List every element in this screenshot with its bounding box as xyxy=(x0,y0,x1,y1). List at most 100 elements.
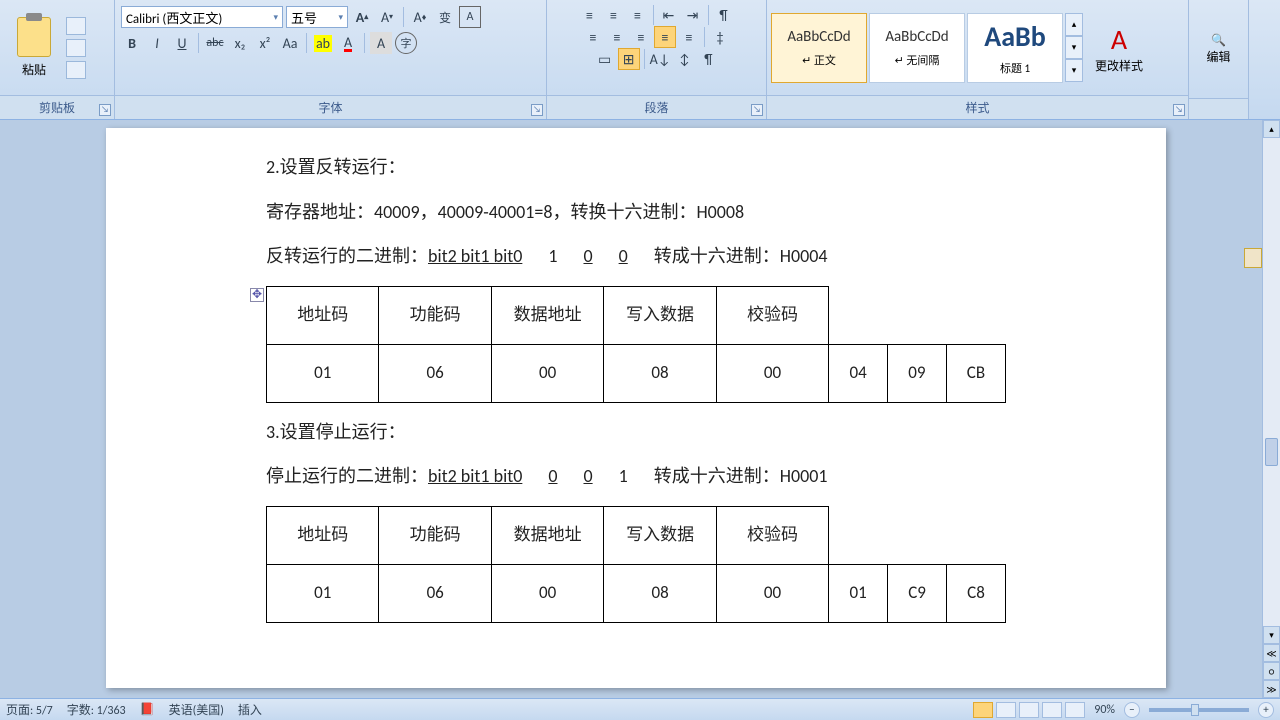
style-normal[interactable]: AaBbCcDd↵ 正文 xyxy=(771,13,867,83)
clear-format-button[interactable]: A♦ xyxy=(409,6,431,28)
style-heading1[interactable]: AaBb标题 1 xyxy=(967,13,1063,83)
align-left-button[interactable]: ≡ xyxy=(582,26,604,48)
strike-button[interactable]: abc xyxy=(204,32,226,54)
bold-button[interactable]: B xyxy=(121,32,143,54)
heading-3: 3.设置停止运行： xyxy=(266,417,1006,448)
binary-line-3: 停止运行的二进制：bit2 bit1 bit0001转成十六进制：H0001 xyxy=(266,461,1006,492)
font-color-button[interactable]: A xyxy=(337,32,359,54)
prev-page-icon[interactable]: ≪ xyxy=(1263,644,1280,662)
outline-view-icon[interactable] xyxy=(1042,702,1062,718)
table-row: 地址码功能码数据地址写入数据校验码 xyxy=(267,286,1006,344)
table-3: 地址码功能码数据地址写入数据校验码 010600080001C9C8 xyxy=(266,506,1006,623)
document-area[interactable]: 2.设置反转运行： 寄存器地址：40009，40009-40001=8，转换十六… xyxy=(0,120,1262,698)
clipboard-group: 粘贴 剪贴板↘ xyxy=(0,0,115,119)
shading-button[interactable]: ▭ xyxy=(594,48,616,70)
style-scroll-up-icon[interactable]: ▴ xyxy=(1065,13,1083,36)
char-shading-button[interactable]: A xyxy=(370,32,392,54)
para-launcher-icon[interactable]: ↘ xyxy=(751,104,763,116)
table-2: 地址码功能码数据地址写入数据校验码 01060008000409CB xyxy=(266,286,1006,403)
phonetic-button[interactable]: 变 xyxy=(434,6,456,28)
change-case-button[interactable]: Aa xyxy=(279,32,301,54)
numbering-button[interactable]: ≡ xyxy=(603,4,625,26)
page[interactable]: 2.设置反转运行： 寄存器地址：40009，40009-40001=8，转换十六… xyxy=(106,128,1166,688)
show-marks-button[interactable]: ¶ xyxy=(713,4,735,26)
web-view-icon[interactable] xyxy=(1019,702,1039,718)
sort-button[interactable]: A↓ xyxy=(649,48,672,70)
font-size-combo[interactable]: 五号▾ xyxy=(286,6,348,28)
status-page[interactable]: 页面: 5/7 xyxy=(6,701,53,718)
scroll-up-icon[interactable]: ▴ xyxy=(1263,120,1280,138)
table-move-handle-icon[interactable]: ✥ xyxy=(250,288,264,302)
borders-button[interactable]: ⊞ xyxy=(618,48,640,70)
scroll-down-icon[interactable]: ▾ xyxy=(1263,626,1280,644)
font-group: Calibri (西文正文)▾ 五号▾ A▴ A▾ A♦ 变 A B I U a… xyxy=(115,0,547,119)
para-label: 段落↘ xyxy=(547,95,766,119)
font-name-combo[interactable]: Calibri (西文正文)▾ xyxy=(121,6,283,28)
style-more-icon[interactable]: ▾ xyxy=(1065,59,1083,82)
subscript-button[interactable]: x₂ xyxy=(229,32,251,54)
change-styles-button[interactable]: A 更改样式 xyxy=(1089,22,1149,74)
justify-button[interactable]: ≡ xyxy=(654,26,676,48)
zoom-slider[interactable] xyxy=(1149,708,1249,712)
style-nospacing[interactable]: AaBbCcDd↵ 无间隔 xyxy=(869,13,965,83)
edit-button[interactable]: 🔍 编辑 xyxy=(1206,33,1230,65)
shrink-font-button[interactable]: A▾ xyxy=(376,6,398,28)
edit-label xyxy=(1189,98,1248,119)
inc-indent-button[interactable]: ⇥ xyxy=(682,4,704,26)
status-mode[interactable]: 插入 xyxy=(238,701,262,718)
paste-button[interactable]: 粘贴 xyxy=(6,10,62,86)
zoom-in-button[interactable]: + xyxy=(1258,702,1274,718)
change-styles-icon: A xyxy=(1111,22,1127,57)
ribbon: 粘贴 剪贴板↘ Calibri (西文正文)▾ 五号▾ A▴ A▾ A♦ 变 A xyxy=(0,0,1280,120)
find-icon: 🔍 xyxy=(1211,33,1226,48)
paragraph-group: ≡ ≡ ≡ ⇤ ⇥ ¶ ≡ ≡ ≡ ≡ ≡ ‡ ▭ ⊞ xyxy=(547,0,767,119)
clipboard-launcher-icon[interactable]: ↘ xyxy=(99,104,111,116)
vertical-scrollbar[interactable]: ▴ ▾ ≪ ○ ≫ xyxy=(1262,120,1280,698)
fullscreen-view-icon[interactable] xyxy=(996,702,1016,718)
scroll-thumb[interactable] xyxy=(1265,438,1278,466)
table-row: 01060008000409CB xyxy=(267,344,1006,402)
clipboard-label: 剪贴板↘ xyxy=(0,95,114,119)
asian-layout-button[interactable]: ↕ xyxy=(673,48,695,70)
paste-icon xyxy=(17,17,51,57)
status-zoom[interactable]: 90% xyxy=(1094,703,1115,717)
grow-font-button[interactable]: A▴ xyxy=(351,6,373,28)
show-hide-button[interactable]: ¶ xyxy=(697,48,719,70)
char-border-button[interactable]: A xyxy=(459,6,481,28)
status-lang[interactable]: 英语(美国) xyxy=(169,701,224,718)
register-line: 寄存器地址：40009，40009-40001=8，转换十六进制：H0008 xyxy=(266,197,1006,228)
paste-label: 粘贴 xyxy=(22,61,46,78)
zoom-out-button[interactable]: − xyxy=(1124,702,1140,718)
cut-icon[interactable] xyxy=(66,17,86,35)
table-row: 010600080001C9C8 xyxy=(267,564,1006,622)
browse-object-icon[interactable]: ○ xyxy=(1263,662,1280,680)
highlight-button[interactable]: ab xyxy=(312,32,334,54)
status-words[interactable]: 字数: 1/363 xyxy=(67,701,126,718)
proofing-icon[interactable]: 📕 xyxy=(140,702,155,717)
distribute-button[interactable]: ≡ xyxy=(678,26,700,48)
align-center-button[interactable]: ≡ xyxy=(606,26,628,48)
print-layout-view-icon[interactable] xyxy=(973,702,993,718)
bullets-button[interactable]: ≡ xyxy=(579,4,601,26)
next-page-icon[interactable]: ≫ xyxy=(1263,680,1280,698)
status-bar: 页面: 5/7 字数: 1/363 📕 英语(美国) 插入 90% − + xyxy=(0,698,1280,720)
side-tab-icon[interactable] xyxy=(1244,248,1262,268)
dec-indent-button[interactable]: ⇤ xyxy=(658,4,680,26)
heading-2: 2.设置反转运行： xyxy=(266,152,1006,183)
line-spacing-button[interactable]: ‡ xyxy=(709,26,731,48)
styles-label: 样式↘ xyxy=(767,95,1188,119)
copy-icon[interactable] xyxy=(66,39,86,57)
underline-button[interactable]: U xyxy=(171,32,193,54)
enclose-char-button[interactable]: 字 xyxy=(395,32,417,54)
italic-button[interactable]: I xyxy=(146,32,168,54)
multilevel-button[interactable]: ≡ xyxy=(627,4,649,26)
superscript-button[interactable]: x² xyxy=(254,32,276,54)
styles-launcher-icon[interactable]: ↘ xyxy=(1173,104,1185,116)
draft-view-icon[interactable] xyxy=(1065,702,1085,718)
font-launcher-icon[interactable]: ↘ xyxy=(531,104,543,116)
styles-group: AaBbCcDd↵ 正文 AaBbCcDd↵ 无间隔 AaBb标题 1 ▴ ▾ … xyxy=(767,0,1189,119)
edit-group: 🔍 编辑 xyxy=(1189,0,1249,119)
align-right-button[interactable]: ≡ xyxy=(630,26,652,48)
format-painter-icon[interactable] xyxy=(66,61,86,79)
style-scroll-down-icon[interactable]: ▾ xyxy=(1065,36,1083,59)
